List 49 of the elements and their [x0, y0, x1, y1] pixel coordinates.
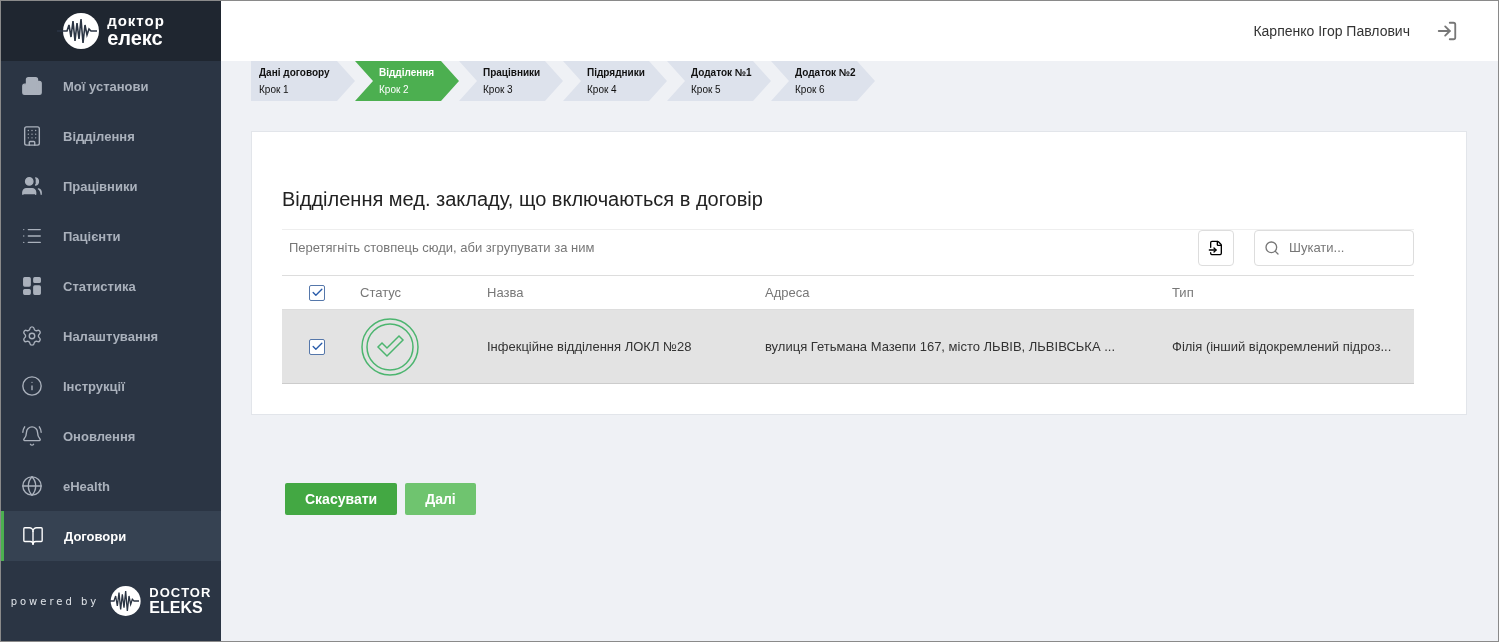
menu-icon: [21, 125, 43, 147]
sidebar-item[interactable]: Налаштування: [1, 311, 221, 361]
sidebar-item[interactable]: Оновлення: [1, 411, 221, 461]
wizard-step[interactable]: Підрядники Крок 4: [563, 61, 667, 101]
menu-icon: [21, 375, 43, 397]
column-header[interactable]: Назва: [487, 285, 524, 300]
column-header[interactable]: Статус: [360, 285, 402, 300]
row-checkbox[interactable]: [309, 338, 325, 355]
action-button[interactable]: Скасувати: [285, 483, 398, 515]
group-hint: Перетягніть стовпець сюди, аби згрупувати за ним: [288, 240, 596, 255]
sidebar-item[interactable]: Статистика: [1, 261, 221, 311]
column-header[interactable]: Тип: [1172, 285, 1194, 300]
logo-text: доктор: [107, 14, 165, 29]
table-cell: Філія (інший відокремлений підроз...: [1172, 339, 1392, 354]
wizard-step[interactable]: Працівники Крок 3: [459, 61, 563, 101]
column-header[interactable]: Адреса: [765, 285, 810, 300]
table-cell: вулиця Гетьмана Мазепи 167, місто ЛЬВІВ, ЛЬВІВСЬКА ...: [765, 339, 1115, 354]
logo-text: ELEKS: [149, 599, 204, 615]
sidebar-item[interactable]: Інструкції: [1, 361, 221, 411]
panel-title: Відділення мед. закладу, що включаються в договір: [282, 188, 764, 211]
sidebar-item[interactable]: Мої установи: [1, 61, 221, 111]
wizard-step[interactable]: Додаток №1 Крок 5: [667, 61, 771, 101]
menu-icon: [21, 275, 43, 297]
user-name: Карпенко Ігор Павлович: [1253, 23, 1410, 39]
sidebar-item[interactable]: Договори: [1, 511, 221, 561]
select-all-checkbox[interactable]: [309, 284, 325, 301]
file-arrow-icon: [1208, 239, 1224, 256]
search-field[interactable]: Шукати...: [1254, 229, 1414, 266]
menu-icon: [21, 75, 43, 97]
powered-by-text: powered by: [10, 595, 100, 607]
menu-icon: [21, 475, 43, 497]
status-check-icon: [360, 316, 420, 377]
sidebar-item[interactable]: Працівники: [1, 161, 221, 211]
wizard-step[interactable]: Дані договору Крок 1: [251, 61, 355, 101]
search-icon: [1264, 239, 1280, 256]
logo-icon: [57, 13, 102, 49]
logo-text: елекс: [107, 28, 163, 48]
sidebar-item[interactable]: eHealth: [1, 461, 221, 511]
logo-text: DOCTOR: [149, 587, 212, 600]
wizard-step[interactable]: Додаток №2 Крок 6: [771, 61, 875, 101]
menu-icon: [22, 525, 44, 547]
menu-icon: [21, 325, 43, 347]
menu-icon: [21, 425, 43, 447]
menu-icon: [21, 175, 43, 197]
sidebar-item[interactable]: Пацієнти: [1, 211, 221, 261]
sidebar-item[interactable]: Відділення: [1, 111, 221, 161]
export-button[interactable]: [1198, 229, 1234, 266]
logout-icon[interactable]: [1436, 20, 1458, 42]
table-cell: Інфекційне відділення ЛОКЛ №28: [487, 339, 692, 354]
